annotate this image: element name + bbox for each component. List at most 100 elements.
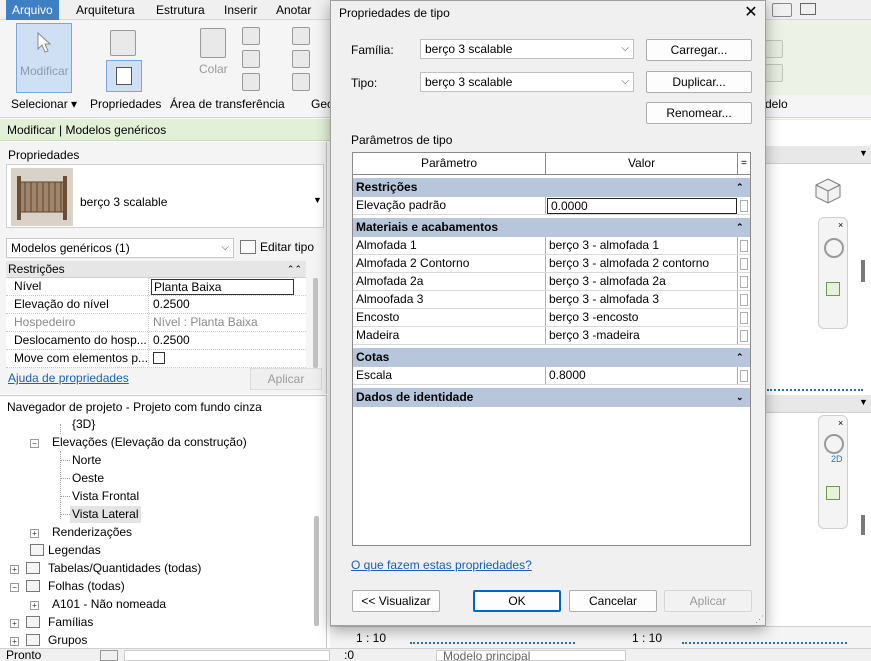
- view-controls-icons[interactable]: [682, 630, 847, 644]
- tab-estrutura[interactable]: Estrutura: [150, 0, 211, 20]
- tree-collapse-toggle[interactable]: −: [10, 583, 19, 592]
- group-identidade[interactable]: Dados de identidade ⌄: [353, 388, 750, 407]
- view-scrollbar[interactable]: [861, 260, 865, 282]
- tree-expand-toggle[interactable]: +: [30, 529, 39, 538]
- formula-cell[interactable]: [740, 276, 748, 288]
- properties-apply-button[interactable]: Aplicar: [250, 368, 322, 390]
- family-select[interactable]: berço 3 scalable ⌵: [420, 39, 634, 59]
- param-value-input[interactable]: 0.0000: [547, 198, 737, 214]
- tree-expand-toggle[interactable]: +: [10, 619, 19, 628]
- tree-node-front[interactable]: Vista Frontal: [72, 488, 139, 505]
- tree-node-a101[interactable]: A101 - Não nomeada: [52, 596, 166, 613]
- zoom-icon[interactable]: [826, 486, 840, 500]
- level-value[interactable]: Planta Baixa: [151, 279, 294, 295]
- view-scrollbar[interactable]: [861, 515, 865, 535]
- tree-node-schedules[interactable]: Tabelas/Quantidades (todas): [48, 560, 201, 577]
- design-option-select[interactable]: Modelo principal: [436, 650, 626, 661]
- edit-type-button[interactable]: Editar tipo: [240, 238, 314, 256]
- property-value[interactable]: 0.2500: [151, 296, 306, 313]
- formula-cell[interactable]: [740, 240, 748, 252]
- property-value[interactable]: 0.2500: [151, 332, 306, 349]
- collapse-icon[interactable]: ⌃: [736, 348, 744, 367]
- load-button[interactable]: Carregar...: [646, 39, 752, 61]
- close-icon[interactable]: ✕: [739, 3, 763, 23]
- formula-cell[interactable]: [740, 200, 748, 212]
- collapse-icon[interactable]: ⌃: [736, 178, 744, 197]
- tab-anotar[interactable]: Anotar: [270, 0, 317, 20]
- resize-grip-icon[interactable]: ⋰: [755, 614, 764, 625]
- view-controls-icons[interactable]: [767, 379, 863, 391]
- group-materiais[interactable]: Materiais e acabamentos ⌃: [353, 218, 750, 237]
- collapse-icon[interactable]: ⌃⌃: [287, 261, 302, 278]
- geometry-cut-icon[interactable]: [292, 50, 310, 68]
- browser-scrollbar[interactable]: [314, 516, 319, 626]
- workset-select[interactable]: [124, 650, 330, 661]
- param-value[interactable]: berço 3 -madeira: [546, 327, 738, 344]
- view-menu-icon[interactable]: ▼: [859, 148, 868, 158]
- paste-icon[interactable]: [200, 28, 226, 58]
- param-row[interactable]: Madeira berço 3 -madeira: [353, 327, 750, 345]
- match-type-icon[interactable]: [242, 73, 260, 91]
- tree-node-renders[interactable]: Renderizações: [52, 524, 132, 541]
- group-restricoes[interactable]: Restrições ⌃: [353, 178, 750, 197]
- formula-cell[interactable]: [740, 312, 748, 324]
- close-icon[interactable]: ×: [838, 418, 843, 428]
- tree-node-west[interactable]: Oeste: [72, 470, 104, 487]
- preview-button[interactable]: << Visualizar: [352, 590, 440, 612]
- geometry-join-icon[interactable]: [292, 73, 310, 91]
- type-selector[interactable]: berço 3 scalable ▼: [6, 164, 324, 228]
- param-value[interactable]: berço 3 -encosto: [546, 309, 738, 326]
- cancel-button[interactable]: Cancelar: [569, 590, 657, 612]
- formula-cell[interactable]: [740, 330, 748, 342]
- expand-icon[interactable]: ⌄: [736, 388, 744, 407]
- scale-left[interactable]: 1 : 10: [356, 631, 386, 645]
- tree-expand-toggle[interactable]: +: [10, 637, 19, 646]
- steering-wheel-icon[interactable]: [824, 238, 844, 258]
- tree-node-legends[interactable]: Legendas: [48, 542, 101, 559]
- type-dropdown-icon[interactable]: ▼: [313, 195, 322, 205]
- dialog-help-link[interactable]: O que fazem estas propriedades?: [351, 558, 532, 572]
- formula-cell[interactable]: [740, 294, 748, 306]
- properties-scrollbar[interactable]: [313, 278, 318, 368]
- navigation-bar[interactable]: × 2D: [818, 415, 848, 529]
- type-select[interactable]: berço 3 scalable ⌵: [420, 72, 634, 92]
- param-value[interactable]: berço 3 - almofada 2 contorno: [546, 255, 738, 272]
- collapse-icon[interactable]: ⌃: [736, 218, 744, 237]
- tab-arquivo[interactable]: Arquivo: [6, 0, 59, 20]
- param-row[interactable]: Escala 0.8000: [353, 367, 750, 385]
- tree-node-elevations[interactable]: Elevações (Elevação da construção): [52, 434, 247, 451]
- properties-help-link[interactable]: Ajuda de propriedades: [8, 371, 129, 385]
- tree-node-north[interactable]: Norte: [72, 452, 101, 469]
- value-column-header[interactable]: Valor: [546, 153, 738, 174]
- formula-cell[interactable]: [740, 370, 748, 382]
- param-row[interactable]: Almofada 2 Contorno berço 3 - almofada 2…: [353, 255, 750, 273]
- zoom-icon[interactable]: [826, 282, 840, 296]
- tab-inserir[interactable]: Inserir: [218, 0, 263, 20]
- 2d-wheel-icon[interactable]: [824, 434, 844, 454]
- apply-button[interactable]: Aplicar: [664, 590, 752, 612]
- param-value[interactable]: 0.8000: [546, 367, 738, 384]
- param-row[interactable]: Almofada 2a berço 3 - almofada 2a: [353, 273, 750, 291]
- param-row[interactable]: Almofada 1 berço 3 - almofada 1: [353, 237, 750, 255]
- property-row[interactable]: Move com elementos p...: [6, 350, 306, 368]
- tree-node-sheets[interactable]: Folhas (todas): [48, 578, 125, 595]
- properties-button[interactable]: [106, 60, 142, 92]
- type-properties-icon[interactable]: [110, 30, 136, 56]
- property-row[interactable]: Deslocamento do hosp... 0.2500: [6, 332, 306, 350]
- tree-node-3d[interactable]: {3D}: [72, 416, 95, 433]
- select-group-label[interactable]: Selecionar ▾: [11, 97, 77, 111]
- param-row[interactable]: Almoofada 3 berço 3 - almofada 3: [353, 291, 750, 309]
- move-with-checkbox[interactable]: [153, 352, 165, 364]
- tree-expand-toggle[interactable]: +: [30, 601, 39, 610]
- parameter-column-header[interactable]: Parâmetro: [353, 153, 546, 174]
- tree-node-groups[interactable]: Grupos: [48, 632, 87, 649]
- param-row[interactable]: Encosto berço 3 -encosto: [353, 309, 750, 327]
- view-menu-icon[interactable]: ▼: [859, 397, 868, 407]
- param-value[interactable]: berço 3 - almofada 3: [546, 291, 738, 308]
- group-cotas[interactable]: Cotas ⌃: [353, 348, 750, 367]
- property-row[interactable]: Elevação do nível 0.2500: [6, 296, 306, 314]
- constraints-section-header[interactable]: Restrições ⌃⌃: [6, 261, 306, 278]
- param-row[interactable]: Elevação padrão 0.0000: [353, 197, 750, 215]
- navigation-bar[interactable]: ×: [818, 217, 848, 329]
- close-icon[interactable]: ×: [838, 220, 843, 230]
